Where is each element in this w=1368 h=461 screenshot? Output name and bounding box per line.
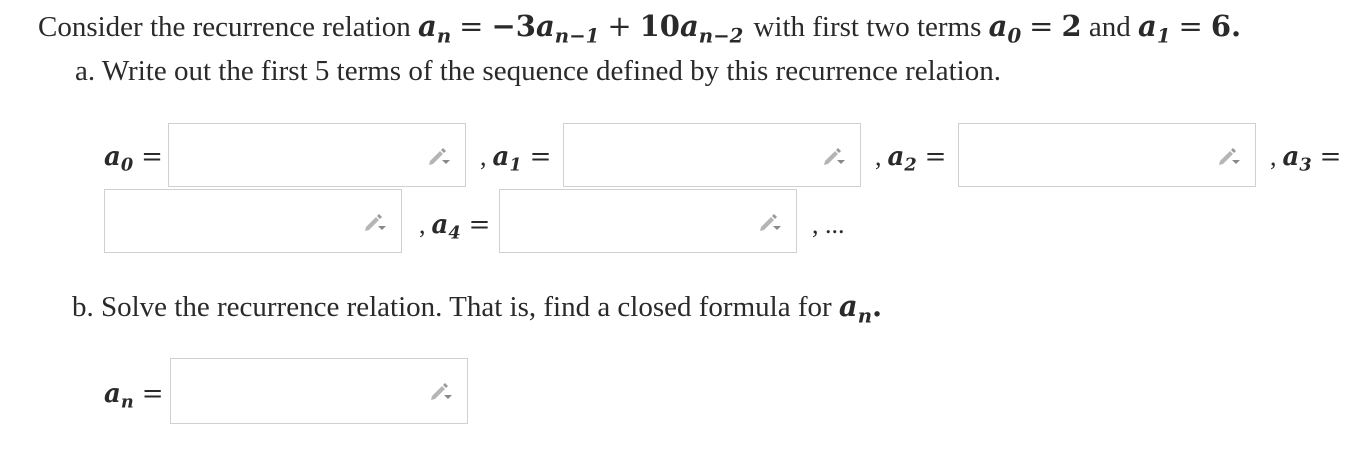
intro-text: Consider the recurrence relation: [38, 11, 411, 43]
label-a4: , a4 =: [419, 210, 491, 244]
initial-term-a0: a0 = 2: [988, 9, 1082, 48]
label-a0: a0 =: [104, 142, 163, 176]
an-formula-field[interactable]: [170, 358, 468, 424]
a1-answer-field[interactable]: [563, 123, 861, 187]
pencil-dropdown-icon[interactable]: [1217, 146, 1241, 166]
problem-statement: Consider the recurrence relation an = −3an…: [38, 9, 1242, 48]
an-variable: an.: [838, 289, 883, 328]
a3-answer-field[interactable]: [104, 189, 402, 253]
label-a3: , a3 =: [1270, 142, 1342, 176]
pencil-dropdown-icon[interactable]: [758, 212, 782, 232]
label-an: an =: [104, 379, 164, 413]
with-text: with first two terms: [753, 11, 982, 43]
pencil-dropdown-icon[interactable]: [363, 212, 387, 232]
part-b-prompt: b. Solve the recurrence relation. That i…: [72, 289, 883, 328]
initial-term-a1: a1 = 6.: [1138, 9, 1242, 48]
and-text: and: [1088, 11, 1131, 43]
label-a1: , a1 =: [480, 142, 552, 176]
pencil-dropdown-icon[interactable]: [429, 381, 453, 401]
label-a2: , a2 =: [875, 142, 947, 176]
part-a-prompt: a. Write out the first 5 terms of the se…: [75, 55, 1001, 87]
a2-answer-field[interactable]: [958, 123, 1256, 187]
a4-answer-field[interactable]: [499, 189, 797, 253]
a0-answer-field[interactable]: [168, 123, 466, 187]
pencil-dropdown-icon[interactable]: [822, 146, 846, 166]
pencil-dropdown-icon[interactable]: [427, 146, 451, 166]
recurrence-relation: an = −3an−1 +10an−2: [418, 9, 744, 48]
sequence-ellipsis: , ...: [812, 210, 845, 239]
